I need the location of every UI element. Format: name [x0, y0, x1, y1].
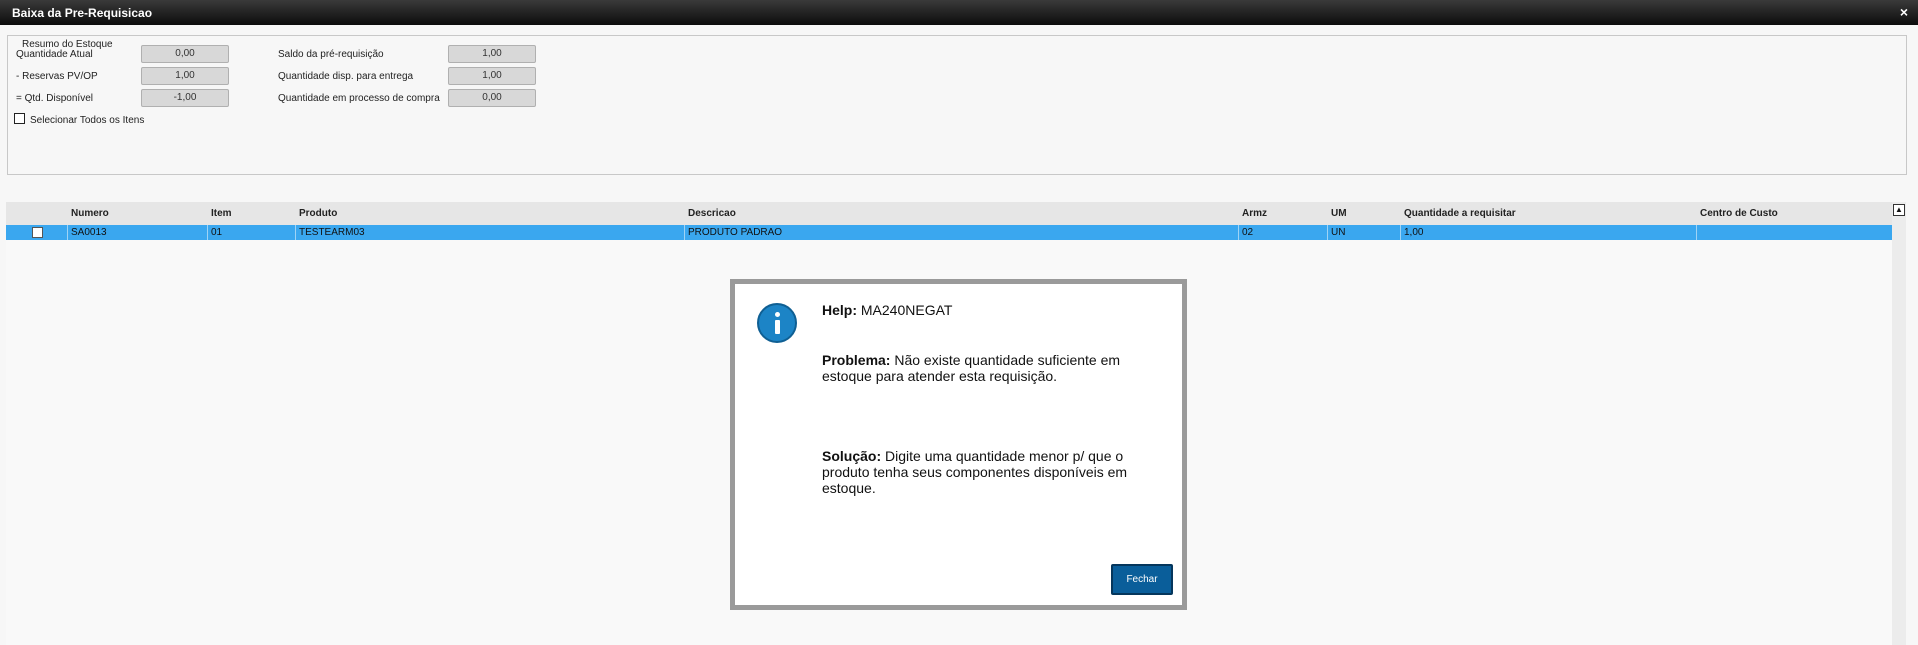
- solution-label: Solução:: [822, 448, 882, 464]
- table-row[interactable]: SA0013 01 TESTEARM03 PRODUTO PADRAO 02 U…: [6, 225, 1892, 240]
- cell-item: 01: [211, 227, 223, 238]
- cell-numero: SA0013: [71, 227, 107, 238]
- qtd-disponivel-field: -1,00: [141, 89, 229, 107]
- column-divider: [1327, 225, 1328, 240]
- select-all-checkbox[interactable]: [14, 113, 25, 124]
- column-divider: [1400, 225, 1401, 240]
- column-divider: [295, 225, 296, 240]
- select-all-label: Selecionar Todos os Itens: [30, 115, 145, 126]
- stock-summary-group: Resumo do Estoque Quantidade Atual 0,00 …: [7, 35, 1907, 175]
- solution-text-block: Solução: Digite uma quantidade menor p/ …: [822, 448, 1152, 496]
- cell-um: UN: [1331, 227, 1346, 238]
- scroll-up-arrow-icon[interactable]: ▲: [1893, 204, 1905, 216]
- cell-quantidade: 1,00: [1404, 227, 1424, 238]
- saldo-label: Saldo da pré-requisição: [278, 49, 384, 60]
- reservas-field: 1,00: [141, 67, 229, 85]
- column-divider: [1238, 225, 1239, 240]
- grid-header: Numero Item Produto Descricao Armz UM Qu…: [6, 202, 1892, 225]
- qtd-disponivel-label: = Qtd. Disponível: [16, 93, 93, 104]
- column-numero[interactable]: Numero: [71, 208, 109, 219]
- info-icon: [757, 303, 797, 343]
- problem-text-block: Problema: Não existe quantidade suficien…: [822, 352, 1152, 384]
- cell-descricao: PRODUTO PADRAO: [688, 227, 783, 238]
- problem-label: Problema:: [822, 352, 891, 368]
- help-heading: Help: MA240NEGAT: [822, 302, 952, 318]
- window-titlebar: Baixa da Pre-Requisicao ×: [0, 0, 1918, 25]
- quantidade-atual-label: Quantidade Atual: [16, 49, 93, 60]
- column-um[interactable]: UM: [1331, 208, 1347, 219]
- column-armz[interactable]: Armz: [1242, 208, 1267, 219]
- cell-armz: 02: [1242, 227, 1254, 238]
- column-divider: [67, 225, 68, 240]
- help-label: Help:: [822, 302, 857, 318]
- quantidade-atual-field: 0,00: [141, 45, 229, 63]
- column-divider: [207, 225, 208, 240]
- column-descricao[interactable]: Descricao: [688, 208, 736, 219]
- help-code: MA240NEGAT: [860, 302, 953, 318]
- processo-compra-field: 0,00: [448, 89, 536, 107]
- close-icon[interactable]: ×: [1900, 4, 1908, 20]
- disp-entrega-field: 1,00: [448, 67, 536, 85]
- main-panel: Resumo do Estoque Quantidade Atual 0,00 …: [0, 25, 1918, 645]
- column-divider: [684, 225, 685, 240]
- cell-produto: TESTEARM03: [299, 227, 365, 238]
- saldo-field: 1,00: [448, 45, 536, 63]
- fechar-button[interactable]: Fechar: [1111, 564, 1173, 595]
- column-produto[interactable]: Produto: [299, 208, 337, 219]
- window-title: Baixa da Pre-Requisicao: [12, 6, 153, 20]
- column-centro-custo[interactable]: Centro de Custo: [1700, 208, 1778, 219]
- row-checkbox[interactable]: [32, 227, 43, 238]
- column-divider: [1696, 225, 1697, 240]
- reservas-label: - Reservas PV/OP: [16, 71, 98, 82]
- processo-compra-label: Quantidade em processo de compra: [278, 93, 440, 104]
- disp-entrega-label: Quantidade disp. para entrega: [278, 71, 414, 82]
- column-quantidade[interactable]: Quantidade a requisitar: [1404, 208, 1516, 219]
- column-item[interactable]: Item: [211, 208, 232, 219]
- grid-vertical-scrollbar[interactable]: ▲: [1892, 202, 1906, 645]
- help-dialog: Help: MA240NEGAT Problema: Não existe qu…: [730, 279, 1187, 610]
